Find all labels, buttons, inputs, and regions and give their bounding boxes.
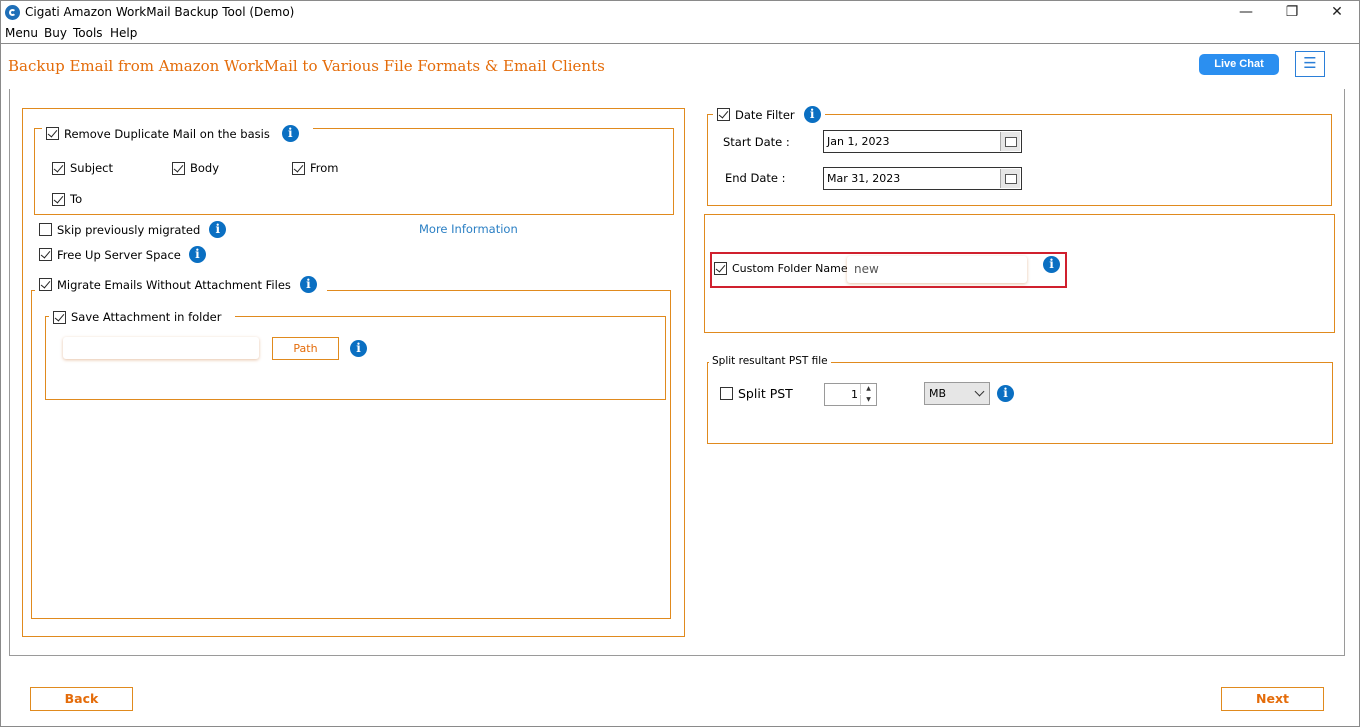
split-unit-select[interactable]: MB [924,382,990,405]
skip-migrated-checkbox[interactable] [39,223,52,236]
hamburger-menu-icon[interactable]: ☰ [1295,51,1325,77]
info-icon[interactable]: i [350,340,367,357]
migrate-without-attachment-option[interactable]: Migrate Emails Without Attachment Files … [35,276,327,293]
page-title: Backup Email from Amazon WorkMail to Var… [8,57,605,75]
live-chat-button[interactable]: Live Chat [1199,54,1279,75]
remove-duplicate-checkbox[interactable] [46,127,59,140]
start-date-value: Jan 1, 2023 [827,135,890,148]
info-icon[interactable]: i [281,125,299,142]
close-button[interactable]: ✕ [1314,1,1360,25]
split-unit-value: MB [929,387,947,400]
migrate-without-attachment-label: Migrate Emails Without Attachment Files [57,277,291,292]
back-button[interactable]: Back [30,687,133,711]
split-pst-label: Split PST [738,386,793,401]
end-date-value: Mar 31, 2023 [827,172,901,185]
skip-migrated-option[interactable]: Skip previously migrated i [39,221,227,238]
info-icon[interactable]: i [188,246,206,263]
chevron-down-icon [974,386,985,397]
date-filter-checkbox[interactable] [717,108,730,121]
body-option[interactable]: Body [172,161,219,175]
free-up-space-checkbox[interactable] [39,248,52,261]
free-up-space-label: Free Up Server Space [57,247,181,262]
date-filter-group [707,114,1332,206]
info-icon[interactable]: i [803,106,821,123]
window-title: Cigati Amazon WorkMail Backup Tool (Demo… [25,5,295,19]
subject-option[interactable]: Subject [52,161,113,175]
calendar-icon[interactable] [1000,132,1020,151]
custom-folder-option[interactable]: Custom Folder Name [714,262,848,275]
more-information-link[interactable]: More Information [419,222,518,236]
attachment-path-input[interactable] [63,337,259,359]
info-icon[interactable]: i [209,221,227,238]
custom-folder-input[interactable]: new [847,256,1027,283]
restore-button[interactable]: ❐ [1269,1,1315,25]
minimize-button[interactable]: — [1223,1,1269,25]
split-pst-group [707,362,1333,444]
menu-item-help[interactable]: Help [110,26,137,40]
to-label: To [70,192,83,206]
split-size-value: 1 [851,388,858,401]
to-option[interactable]: To [52,192,82,206]
next-button[interactable]: Next [1221,687,1324,711]
subject-checkbox[interactable] [52,161,65,175]
split-pst-option[interactable]: Split PST [720,386,793,401]
split-pst-checkbox[interactable] [720,387,733,400]
menu-item-tools[interactable]: Tools [73,26,103,40]
custom-folder-checkbox[interactable] [714,262,727,275]
from-checkbox[interactable] [292,161,305,175]
body-label: Body [190,161,220,175]
stepper-down-icon[interactable]: ▼ [860,395,876,405]
from-option[interactable]: From [292,161,339,175]
split-size-stepper[interactable]: 1 ▲ ▼ [824,383,877,406]
info-icon[interactable]: i [1043,256,1060,273]
menu-item-menu[interactable]: Menu [5,26,38,40]
start-date-label: Start Date : [723,135,790,149]
save-attachment-option[interactable]: Save Attachment in folder [49,310,236,324]
remove-duplicate-label: Remove Duplicate Mail on the basis [64,126,270,141]
header-bar: Backup Email from Amazon WorkMail to Var… [1,43,1359,89]
body-checkbox[interactable] [172,161,185,175]
path-button[interactable]: Path [272,337,339,360]
app-logo-icon [5,5,20,20]
stepper-up-icon[interactable]: ▲ [860,384,876,394]
end-date-picker[interactable]: Mar 31, 2023 [823,167,1022,190]
info-icon[interactable]: i [299,276,317,293]
subject-label: Subject [70,161,113,175]
date-filter-option[interactable]: Date Filter i [713,106,825,123]
split-pst-group-label: Split resultant PST file [709,355,831,367]
remove-duplicate-option[interactable]: Remove Duplicate Mail on the basis i [42,125,313,142]
save-attachment-checkbox[interactable] [53,310,66,324]
start-date-picker[interactable]: Jan 1, 2023 [823,130,1022,153]
from-label: From [310,161,339,175]
app-window: Cigati Amazon WorkMail Backup Tool (Demo… [0,0,1360,727]
skip-migrated-label: Skip previously migrated [57,222,201,237]
save-attachment-label: Save Attachment in folder [71,310,222,324]
menu-bar: Menu Buy Tools Help [1,26,1359,44]
date-filter-label: Date Filter [735,107,795,122]
to-checkbox[interactable] [52,192,65,206]
title-bar: Cigati Amazon WorkMail Backup Tool (Demo… [1,1,1359,25]
migrate-without-attachment-checkbox[interactable] [39,278,52,291]
end-date-label: End Date : [725,171,786,185]
menu-item-buy[interactable]: Buy [44,26,67,40]
info-icon[interactable]: i [997,385,1014,402]
calendar-icon[interactable] [1000,169,1020,188]
custom-folder-label: Custom Folder Name [732,262,848,275]
free-up-space-option[interactable]: Free Up Server Space i [39,246,206,263]
